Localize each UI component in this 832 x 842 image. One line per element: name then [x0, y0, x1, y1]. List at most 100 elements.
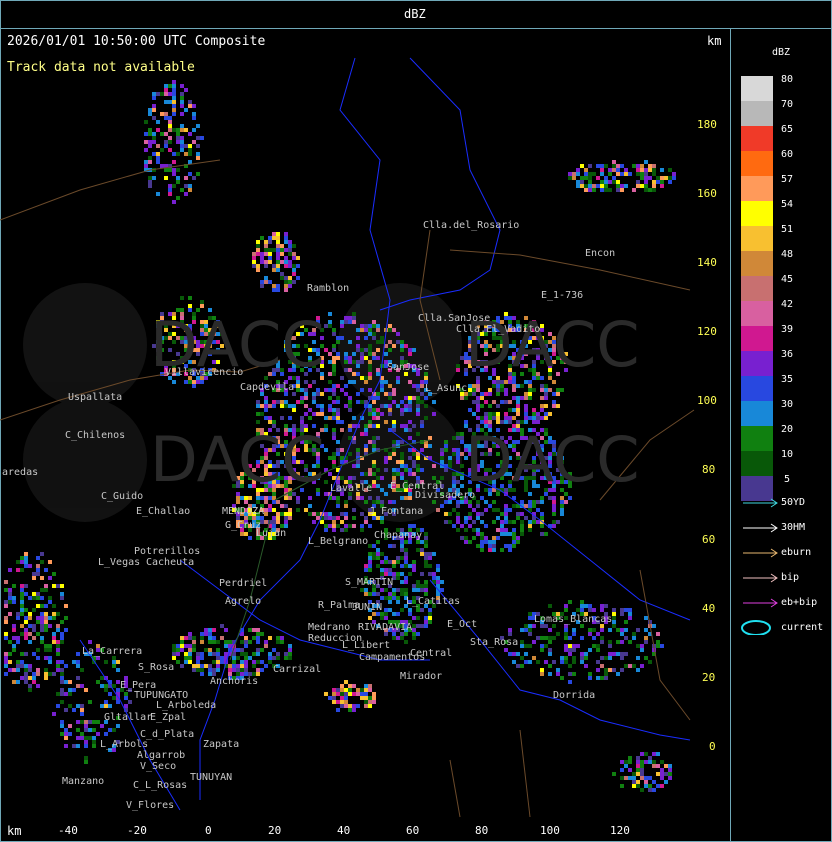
echo-pixel — [340, 528, 344, 532]
echo-pixel — [508, 652, 512, 656]
echo-pixel — [328, 404, 332, 408]
echo-pixel — [328, 312, 332, 316]
echo-pixel — [528, 396, 532, 400]
echo-pixel — [20, 568, 24, 572]
echo-pixel — [24, 652, 28, 656]
echo-pixel — [44, 588, 48, 592]
echo-pixel — [464, 528, 468, 532]
echo-pixel — [64, 736, 68, 740]
echo-pixel — [368, 404, 372, 408]
echo-pixel — [284, 280, 288, 284]
track-label: eb+bip — [781, 597, 818, 608]
echo-pixel — [272, 288, 276, 292]
echo-pixel — [248, 496, 252, 500]
echo-pixel — [60, 640, 64, 644]
echo-pixel — [372, 696, 376, 700]
echo-pixel — [28, 624, 32, 628]
arrow-icon — [743, 548, 778, 558]
echo-pixel — [268, 280, 272, 284]
echo-pixel — [616, 188, 620, 192]
echo-pixel — [280, 248, 284, 252]
echo-pixel — [272, 516, 276, 520]
echo-pixel — [208, 640, 212, 644]
echo-pixel — [580, 656, 584, 660]
echo-pixel — [452, 508, 456, 512]
echo-pixel — [640, 760, 644, 764]
echo-pixel — [80, 736, 84, 740]
echo-pixel — [172, 184, 176, 188]
echo-pixel — [540, 500, 544, 504]
echo-pixel — [472, 536, 476, 540]
echo-pixel — [200, 656, 204, 660]
echo-pixel — [384, 392, 388, 396]
echo-pixel — [408, 448, 412, 452]
echo-pixel — [604, 656, 608, 660]
echo-pixel — [260, 236, 264, 240]
echo-pixel — [408, 524, 412, 528]
echo-pixel — [288, 240, 292, 244]
echo-pixel — [540, 408, 544, 412]
echo-pixel — [256, 268, 260, 272]
echo-pixel — [480, 540, 484, 544]
echo-pixel — [24, 592, 28, 596]
echo-pixel — [104, 732, 108, 736]
y-tick: 160 — [697, 187, 717, 200]
echo-pixel — [604, 668, 608, 672]
echo-pixel — [404, 564, 408, 568]
echo-pixel — [528, 628, 532, 632]
echo-pixel — [536, 660, 540, 664]
echo-pixel — [164, 168, 168, 172]
echo-pixel — [252, 664, 256, 668]
echo-pixel — [636, 628, 640, 632]
echo-pixel — [368, 684, 372, 688]
echo-pixel — [8, 600, 12, 604]
echo-pixel — [664, 780, 668, 784]
echo-pixel — [612, 168, 616, 172]
echo-pixel — [24, 680, 28, 684]
echo-pixel — [196, 664, 200, 668]
echo-pixel — [660, 772, 664, 776]
echo-pixel — [40, 616, 44, 620]
echo-pixel — [328, 524, 332, 528]
echo-pixel — [476, 384, 480, 388]
legend-level-label: 35 — [780, 374, 794, 385]
echo-pixel — [344, 524, 348, 528]
echo-pixel — [284, 260, 288, 264]
echo-pixel — [364, 376, 368, 380]
echo-pixel — [44, 568, 48, 572]
echo-pixel — [448, 456, 452, 460]
echo-pixel — [368, 412, 372, 416]
echo-pixel — [180, 84, 184, 88]
echo-pixel — [396, 468, 400, 472]
echo-pixel — [416, 580, 420, 584]
echo-pixel — [512, 416, 516, 420]
echo-pixel — [660, 760, 664, 764]
echo-pixel — [520, 664, 524, 668]
echo-pixel — [336, 524, 340, 528]
echo-pixel — [396, 380, 400, 384]
echo-pixel — [284, 404, 288, 408]
echo-pixel — [188, 632, 192, 636]
echo-pixel — [572, 172, 576, 176]
echo-pixel — [604, 672, 608, 676]
echo-pixel — [340, 456, 344, 460]
echo-pixel — [324, 448, 328, 452]
echo-pixel — [396, 636, 400, 640]
legend-swatch — [741, 401, 773, 426]
echo-pixel — [184, 184, 188, 188]
echo-pixel — [344, 368, 348, 372]
echo-pixel — [568, 652, 572, 656]
echo-pixel — [336, 708, 340, 712]
echo-pixel — [20, 560, 24, 564]
echo-pixel — [480, 396, 484, 400]
echo-pixel — [80, 708, 84, 712]
echo-pixel — [372, 700, 376, 704]
track-status: Track data not available — [7, 60, 195, 75]
echo-pixel — [344, 696, 348, 700]
echo-pixel — [4, 580, 8, 584]
echo-pixel — [376, 340, 380, 344]
echo-pixel — [288, 496, 292, 500]
echo-pixel — [556, 520, 560, 524]
echo-pixel — [532, 408, 536, 412]
echo-pixel — [8, 652, 12, 656]
